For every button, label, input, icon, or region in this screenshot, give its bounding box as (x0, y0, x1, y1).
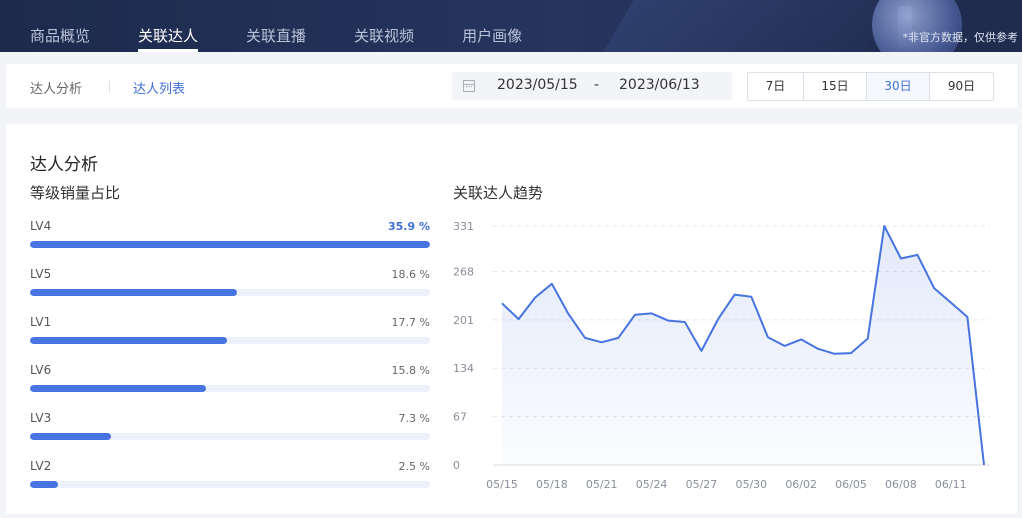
level-label: LV3 (30, 411, 52, 425)
y-tick-label: 0 (453, 459, 460, 472)
level-percent: 35.9 % (388, 220, 430, 233)
y-tick-label: 331 (453, 220, 474, 233)
level-bar-fill (30, 289, 238, 296)
level-percent: 2.5 % (398, 460, 430, 473)
level-bar-track (30, 241, 430, 248)
x-tick-label: 05/27 (686, 478, 718, 489)
calendar-icon (463, 80, 475, 92)
y-tick-label: 201 (453, 314, 474, 327)
divider (109, 81, 110, 93)
trend-area-fill (502, 226, 984, 465)
level-bar-fill (30, 385, 207, 392)
level-row-lv3: LV3 7.3 % (30, 411, 430, 451)
y-tick-label: 268 (453, 265, 474, 278)
level-bar-fill (30, 337, 228, 344)
level-bar-track (30, 481, 430, 488)
level-label: LV4 (30, 219, 52, 233)
x-tick-label: 06/05 (835, 478, 867, 489)
tab-related-influencers[interactable]: 关联达人 (138, 0, 199, 52)
influencer-trend-chart: 0 67 134 201 268 331 05/15 05/18 05/21 05/24 05/27… (453, 220, 990, 489)
x-tick-label: 05/30 (735, 478, 767, 489)
level-percent: 7.3 % (398, 412, 430, 425)
y-tick-label: 134 (453, 362, 474, 375)
level-row-lv4: LV4 35.9 % (30, 219, 430, 259)
trend-title: 关联达人趋势 (453, 184, 544, 202)
level-bar-track (30, 289, 430, 296)
filter-bar: 达人分析 达人列表 2023/05/15 - 2023/06/13 7日 15日… (6, 64, 1017, 108)
tab-product-overview[interactable]: 商品概览 (30, 0, 90, 52)
date-start[interactable]: 2023/05/15 (497, 77, 578, 93)
header-decoration (587, 0, 917, 52)
level-row-lv6: LV6 15.8 % (30, 363, 430, 403)
tab-user-profile[interactable]: 用户画像 (462, 0, 522, 52)
level-bar-fill (30, 481, 58, 488)
period-7d-button[interactable]: 7日 (748, 73, 804, 100)
period-30d-button[interactable]: 30日 (867, 73, 930, 100)
x-tick-label: 05/24 (636, 478, 668, 489)
card-title: 达人分析 (30, 155, 98, 175)
date-end[interactable]: 2023/06/13 (619, 77, 700, 93)
level-bar-track (30, 385, 430, 392)
x-tick-label: 05/21 (586, 478, 618, 489)
influencer-analysis-card: 达人分析 等级销量占比 关联达人趋势 LV4 35.9 % LV5 18.6 %… (6, 124, 1017, 514)
level-row-lv2: LV2 2.5 % (30, 459, 430, 499)
level-bar-track (30, 433, 430, 440)
level-bar-track (30, 337, 430, 344)
level-label: LV2 (30, 459, 52, 473)
tab-related-live[interactable]: 关联直播 (246, 0, 306, 52)
period-15d-button[interactable]: 15日 (804, 73, 867, 100)
subtab-influencer-list[interactable]: 达人列表 (133, 78, 185, 97)
tab-related-video[interactable]: 关联视频 (354, 0, 414, 52)
y-tick-label: 67 (453, 411, 467, 424)
x-tick-label: 06/11 (935, 478, 967, 489)
date-separator: - (594, 77, 600, 93)
level-row-lv1: LV1 17.7 % (30, 315, 430, 355)
level-bar-fill (30, 433, 112, 440)
level-label: LV5 (30, 267, 52, 281)
period-90d-button[interactable]: 90日 (930, 73, 993, 100)
x-tick-label: 05/18 (536, 478, 568, 489)
level-percent: 18.6 % (391, 268, 430, 281)
level-bar-fill (30, 241, 430, 248)
subtab-influencer-analysis[interactable]: 达人分析 (30, 78, 82, 97)
level-share-title: 等级销量占比 (30, 184, 121, 202)
level-label: LV6 (30, 363, 52, 377)
date-range-picker[interactable]: 2023/05/15 - 2023/06/13 (452, 72, 732, 100)
level-row-lv5: LV5 18.6 % (30, 267, 430, 307)
level-percent: 17.7 % (391, 316, 430, 329)
level-label: LV1 (30, 315, 52, 329)
level-percent: 15.8 % (391, 364, 430, 377)
disclaimer-note: *非官方数据，仅供参考 (902, 31, 1019, 44)
period-selector: 7日 15日 30日 90日 (747, 72, 994, 101)
x-tick-label: 06/08 (885, 478, 917, 489)
x-tick-label: 05/15 (486, 478, 518, 489)
top-header: 商品概览 关联达人 关联直播 关联视频 用户画像 *非官方数据，仅供参考 (0, 0, 1022, 52)
x-tick-label: 06/02 (785, 478, 817, 489)
main-nav: 商品概览 关联达人 关联直播 关联视频 用户画像 (30, 0, 570, 52)
